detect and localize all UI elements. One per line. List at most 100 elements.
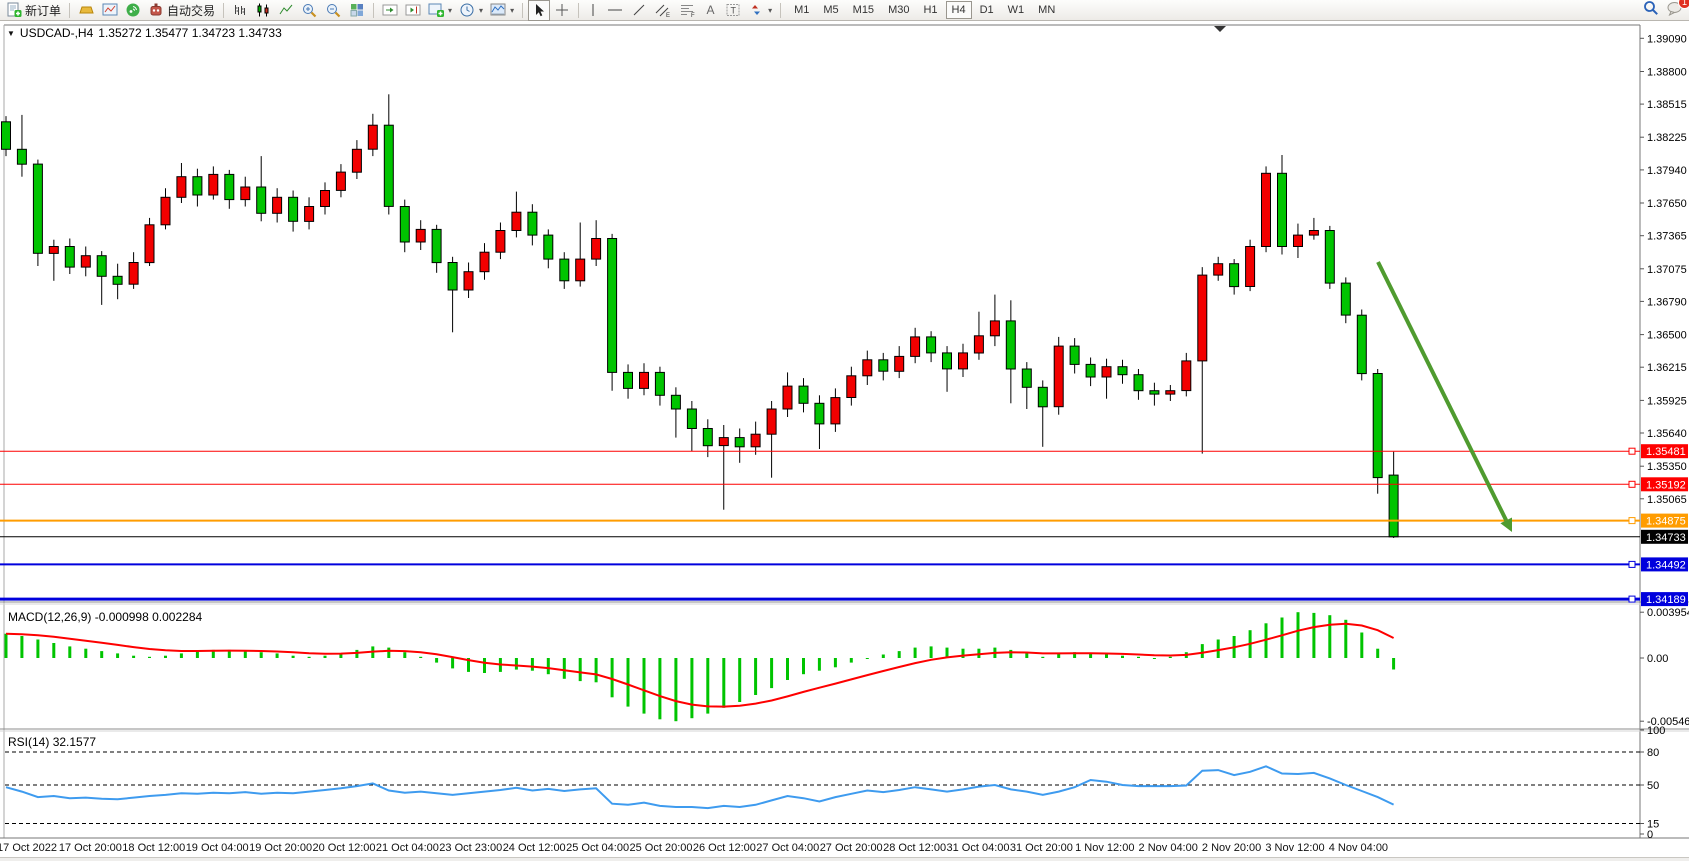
chart-svg: 1.390901.388001.385151.382251.379401.376… [0,22,1689,861]
vertical-line-tool-button[interactable] [584,1,602,20]
zoom-in-button[interactable] [298,1,321,20]
svg-text:E: E [666,13,670,18]
candles-layer [2,94,1399,538]
rsi-name: RSI(14) [8,735,49,749]
chart-shift-icon [405,2,421,18]
new-chart-button[interactable]: ▾ [425,1,455,20]
chart-window-button[interactable] [99,1,121,20]
cursor-icon [532,3,546,18]
text-tool-button[interactable]: A [701,1,721,20]
new-order-icon [6,2,22,18]
new-chart-icon [428,2,444,18]
macd-signal-line [6,624,1394,707]
chart-title-bar[interactable]: ▼ USDCAD-,H4 1.35272 1.35477 1.34723 1.3… [7,26,282,40]
svg-text:A: A [707,3,715,17]
timeframe-m1-button[interactable]: M1 [788,1,815,19]
chart-window[interactable]: 1.390901.388001.385151.382251.379401.376… [0,22,1689,861]
separator [69,3,70,18]
svg-text:F: F [691,13,695,18]
text-icon: A [704,2,718,18]
fibonacci-tool-button[interactable]: F [676,1,700,20]
rsi-line [6,766,1394,808]
pane-splitter[interactable] [0,727,1689,732]
gold-bar-icon [78,2,95,18]
shift-marker-icon [1214,26,1226,32]
ohlc-values-label: 1.35272 1.35477 1.34723 1.34733 [98,26,282,40]
robot-icon [148,2,164,18]
chevron-down-icon: ▾ [448,6,452,15]
equidistant-channel-icon: E [654,2,672,18]
cursor-tool-button[interactable] [528,0,550,21]
macd-main-value: -0.000998 [95,610,149,624]
macd-indicator-label: MACD(12,26,9) -0.000998 0.002284 [8,610,202,624]
timeframe-w1-button[interactable]: W1 [1002,1,1031,19]
chevron-down-icon: ▾ [768,6,772,15]
horizontal-line-tool-button[interactable] [603,1,627,20]
timeframe-h4-button[interactable]: H4 [946,1,972,19]
symbol-dropdown-icon[interactable]: ▼ [7,29,15,38]
bar-chart-mode-button[interactable] [229,1,251,20]
new-order-label: 新订单 [25,2,61,19]
clock-icon [459,2,475,18]
svg-text:T: T [731,6,737,16]
separator [223,3,224,18]
horizontal-line-object[interactable]: 1.35192 [0,477,1688,491]
fibonacci-icon: F [679,2,697,18]
crosshair-icon [554,2,570,18]
chevron-down-icon: ▾ [479,6,483,15]
separator [373,3,374,18]
auto-trading-button[interactable]: 自动交易 [145,1,218,20]
signal-icon [125,2,141,18]
timeframe-mn-button[interactable]: MN [1032,1,1061,19]
templates-button[interactable]: ▾ [487,1,517,20]
chart-shift-button[interactable] [402,1,424,20]
rsi-indicator-label: RSI(14) 32.1577 [8,735,96,749]
auto-scroll-button[interactable] [379,1,401,20]
timeframe-m15-button[interactable]: M15 [847,1,880,19]
separator [780,3,781,18]
timeframe-d1-button[interactable]: D1 [974,1,1000,19]
bar-chart-icon [232,2,248,18]
rsi-value: 32.1577 [53,735,96,749]
horizontal-line-object[interactable]: 1.34875 [0,514,1688,528]
horizontal-line-icon [606,2,624,18]
crosshair-tool-button[interactable] [551,1,573,20]
zoom-out-button[interactable] [322,1,345,20]
candlestick-icon [255,2,271,18]
zoom-out-icon [325,2,342,19]
tile-windows-button[interactable] [346,1,368,20]
line-chart-mode-button[interactable] [275,1,297,20]
template-chart-icon [490,2,506,18]
text-label-tool-button[interactable]: T [722,1,744,20]
trendline-icon [631,2,647,18]
channel-tool-button[interactable]: E [651,1,675,20]
notifications-button[interactable]: 1 [1666,0,1684,21]
new-order-button[interactable]: 新订单 [3,1,64,20]
mt4-terminal: 新订单 自动交易 [0,0,1689,861]
candle-chart-mode-button[interactable] [252,1,274,20]
timeframe-m5-button[interactable]: M5 [817,1,844,19]
horizontal-line-object[interactable]: 1.34492 [0,557,1688,571]
signals-button[interactable] [122,1,144,20]
notification-count-badge: 1 [1678,0,1689,9]
timeframe-m30-button[interactable]: M30 [882,1,915,19]
pane-splitter[interactable] [0,600,1689,605]
price-axis[interactable] [1641,22,1689,838]
trendline-tool-button[interactable] [628,1,650,20]
auto-trading-label: 自动交易 [167,2,215,19]
search-button[interactable] [1642,0,1660,22]
periods-button[interactable]: ▾ [456,1,486,20]
chart-canvas[interactable]: 1.390901.388001.385151.382251.379401.376… [0,22,1689,861]
horizontal-line-object[interactable]: 1.34733 [0,530,1688,544]
gold-button[interactable] [75,1,98,20]
chart-window-icon [102,2,118,18]
text-label-icon: T [725,2,741,18]
toolbar: 新订单 自动交易 [0,0,1689,21]
arrow-objects-icon [748,2,764,18]
time-axis[interactable] [0,839,1689,857]
timeframe-h1-button[interactable]: H1 [917,1,943,19]
arrows-tool-button[interactable]: ▾ [745,1,775,20]
horizontal-line-object[interactable]: 1.35481 [0,444,1688,458]
macd-signal-value: 0.002284 [152,610,202,624]
tile-windows-icon [349,2,365,18]
